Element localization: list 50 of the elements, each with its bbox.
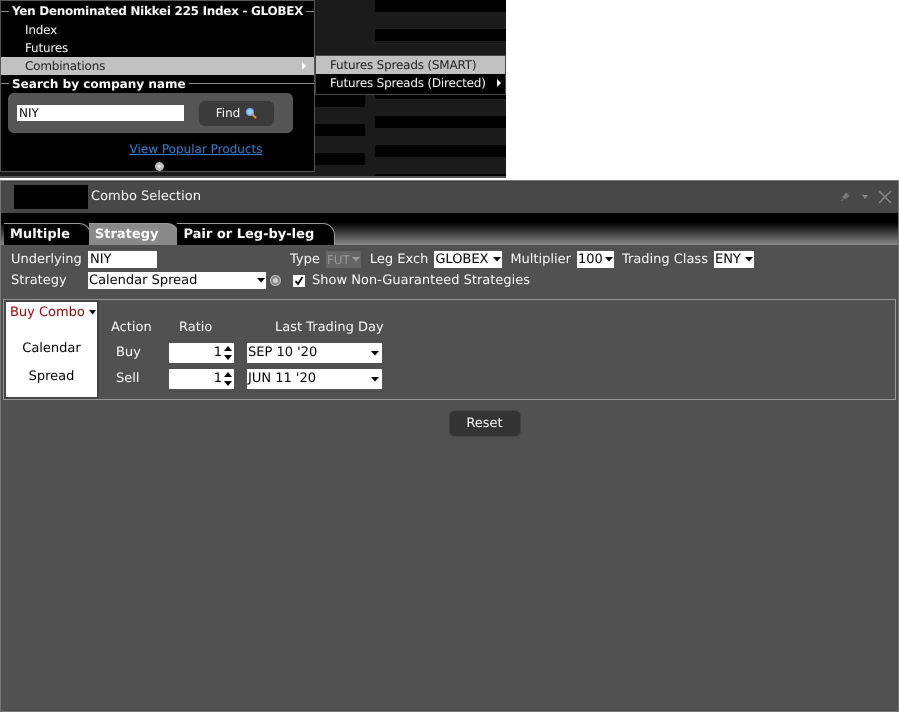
date-dropdown[interactable]: JUN 11 '20 (247, 369, 382, 389)
checkbox-label: Show Non-Guaranteed Strategies (312, 272, 530, 290)
action-label: Buy (116, 345, 141, 360)
date-dropdown[interactable]: SEP 10 '20 (247, 343, 382, 363)
ratio-spinner[interactable]: 1 (169, 369, 234, 389)
underlying-field[interactable]: NIY (88, 251, 157, 268)
field-label: Leg Exch (370, 250, 428, 269)
trading-class-dropdown[interactable]: ENY (714, 251, 754, 268)
caret-icon (604, 257, 613, 262)
column-header: Action (111, 320, 152, 335)
search-field[interactable]: NIY (17, 105, 184, 121)
section-title: Search by company name (11, 76, 187, 92)
menu-item[interactable]: Combinations (1, 57, 314, 75)
caret-icon (493, 257, 502, 262)
field-label: Underlying (11, 250, 83, 269)
field-label: Type (290, 250, 320, 269)
field-label: Multiplier (510, 250, 571, 269)
field-label: Strategy (11, 272, 68, 290)
caret-icon (371, 350, 379, 356)
window-title: Combo Selection (91, 188, 201, 206)
spinner-arrows-icon[interactable] (224, 345, 232, 361)
submenu-arrow-icon (302, 62, 306, 70)
caret-icon (371, 376, 379, 382)
reset-button[interactable]: Reset (448, 410, 520, 437)
column-header: Ratio (179, 320, 212, 335)
ratio-spinner[interactable]: 1 (169, 343, 234, 363)
combo-name: Calendar Spread (21, 340, 82, 386)
tab[interactable]: Multiple (4, 223, 91, 245)
caret-icon[interactable] (88, 310, 96, 316)
submenu-arrow-icon (497, 79, 501, 87)
checkbox[interactable] (293, 274, 305, 286)
strategy-dropdown[interactable]: Calendar Spread (88, 272, 266, 289)
search-icon (245, 107, 258, 119)
close-icon[interactable] (878, 190, 892, 204)
caret-icon (352, 257, 360, 262)
column-header: Last Trading Day (274, 320, 384, 335)
action-label: Sell (116, 371, 140, 386)
multiplier-dropdown[interactable]: 100 (576, 251, 614, 268)
spinner-arrows-icon[interactable] (224, 371, 232, 387)
menu-title: Yen Denominated Nikkei 225 Index - GLOBEX (11, 3, 304, 20)
caret-icon (257, 278, 265, 283)
combo-side-label[interactable]: Buy Combo (10, 303, 85, 322)
field-label: Trading Class (622, 250, 708, 269)
leg-exch-dropdown[interactable]: GLOBEX (434, 251, 502, 268)
expand-icon[interactable] (155, 162, 164, 171)
find-button[interactable]: Find (199, 100, 274, 126)
caret-icon (744, 257, 753, 262)
popular-products-link[interactable]: View Popular Products (130, 140, 262, 158)
menu-item[interactable]: Futures Spreads (SMART) (316, 56, 505, 74)
tab[interactable]: Pair or Leg-by-leg (177, 223, 336, 245)
